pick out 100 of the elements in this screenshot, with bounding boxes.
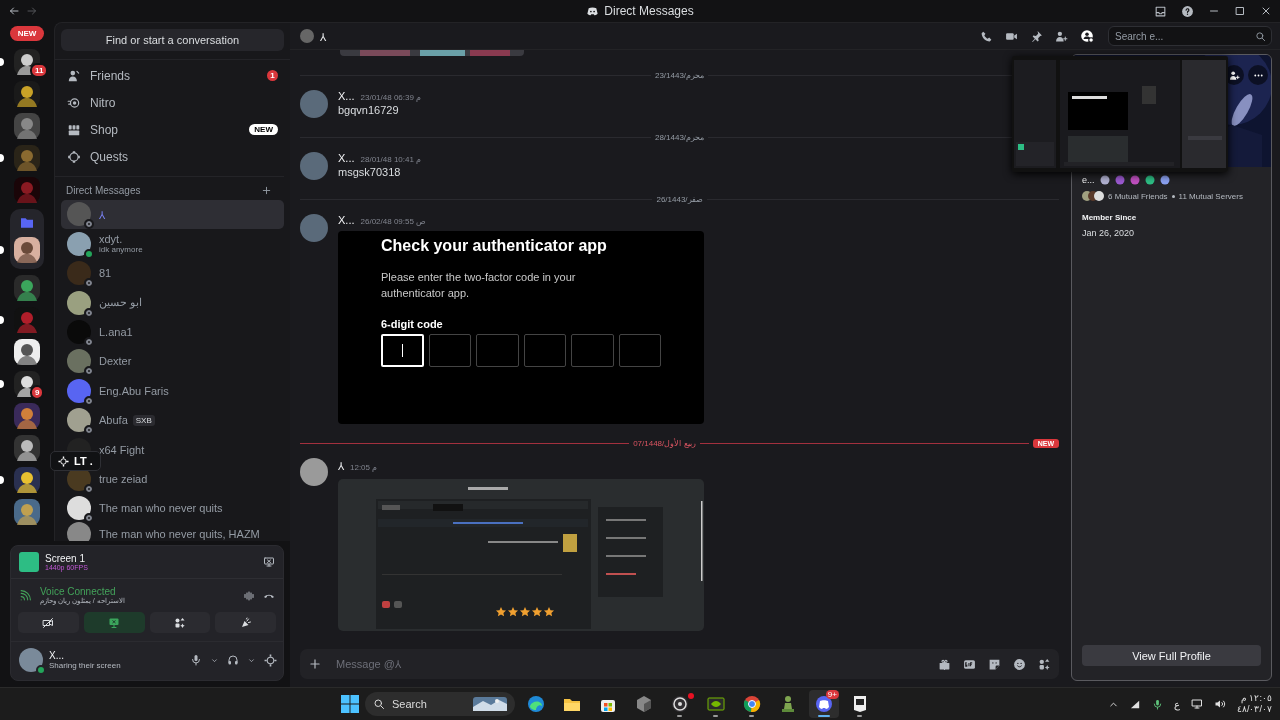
clock-date[interactable]: ٤٨/٠٣/٠٧ xyxy=(1237,704,1272,715)
search-field[interactable]: Search e... xyxy=(1108,26,1272,46)
discord-logo-icon xyxy=(586,4,600,18)
gif-icon[interactable] xyxy=(963,657,976,671)
chrome-icon xyxy=(743,695,761,713)
view-profile-button[interactable]: View Full Profile xyxy=(1082,645,1261,666)
username[interactable]: The man who never quits xyxy=(99,502,223,515)
profile-badge-icon[interactable] xyxy=(1129,175,1140,185)
record-icon xyxy=(671,695,689,713)
avatar xyxy=(67,378,91,403)
stream-title: Screen 1 xyxy=(45,553,87,564)
username[interactable]: true zeiad xyxy=(99,472,148,485)
add-friend-icon[interactable] xyxy=(1055,29,1068,43)
microphone-icon[interactable] xyxy=(1152,698,1163,710)
screenshot-attachment[interactable] xyxy=(338,479,704,631)
voice-control-button[interactable] xyxy=(149,612,211,633)
separator-dot-icon xyxy=(1171,194,1175,198)
username[interactable]: 81 xyxy=(99,267,112,280)
code-digit-field[interactable] xyxy=(428,334,471,367)
more-button[interactable] xyxy=(1248,65,1268,85)
mention-badge: 11 xyxy=(30,63,49,78)
windows-start-icon[interactable] xyxy=(341,695,359,713)
taskbar-search[interactable]: Search xyxy=(365,692,515,716)
code-digit-field[interactable] xyxy=(618,334,661,367)
server-icon[interactable] xyxy=(14,467,40,493)
back-arrow-icon[interactable] xyxy=(8,5,20,17)
code-digit-field[interactable] xyxy=(523,334,566,367)
voice-control-button[interactable] xyxy=(18,612,79,633)
mutual-servers-link[interactable]: 11 Mutual Servers xyxy=(1178,191,1243,201)
username[interactable]: Dexter xyxy=(99,355,132,368)
server-icon[interactable] xyxy=(14,371,40,397)
gift-icon[interactable] xyxy=(938,657,951,671)
code-digit-field[interactable] xyxy=(571,334,614,367)
stop-stream-button[interactable] xyxy=(263,556,275,568)
message-field[interactable]: Message @⅄ xyxy=(300,649,1059,679)
find-conversation-button[interactable]: Find or start a conversation xyxy=(61,29,284,51)
star-icon xyxy=(520,607,530,617)
nav-item[interactable]: Nitro xyxy=(61,90,284,115)
volume-icon[interactable] xyxy=(1214,698,1226,710)
server-icon[interactable] xyxy=(14,403,40,429)
emoji-icon[interactable] xyxy=(1013,657,1026,671)
profile-badge-icon[interactable] xyxy=(1159,175,1170,185)
input-language[interactable]: ع xyxy=(1174,698,1180,710)
folder-icon xyxy=(19,215,35,231)
username[interactable]: The man who never quits, HAZM xyxy=(99,528,260,541)
soundboard-icon xyxy=(239,616,252,629)
username[interactable]: xdyt. xyxy=(99,233,123,246)
profile-badge-icon[interactable] xyxy=(1144,175,1155,185)
voice-control-button[interactable] xyxy=(83,612,145,633)
server-icon[interactable] xyxy=(14,81,40,107)
apps-icon[interactable] xyxy=(1038,657,1051,671)
game-store-icon xyxy=(851,695,869,713)
profile-badge-icon[interactable] xyxy=(1114,175,1125,185)
dm-item[interactable]: ⅄ xyxy=(61,199,284,230)
add-dm-icon[interactable] xyxy=(261,184,272,196)
server-icon[interactable] xyxy=(14,275,40,301)
noise-button[interactable] xyxy=(243,589,255,602)
phone-icon[interactable] xyxy=(980,29,993,43)
username[interactable]: L.ana1 xyxy=(99,326,133,338)
clock-time[interactable]: ١٢:٠٥ م xyxy=(1240,693,1272,704)
user-profile-icon[interactable] xyxy=(1080,29,1094,43)
headset-icon[interactable] xyxy=(227,654,239,666)
avatar xyxy=(300,29,314,43)
nav-item[interactable]: Quests xyxy=(61,144,284,169)
username[interactable]: x64 Fight xyxy=(99,443,145,456)
profile-badge-icon[interactable] xyxy=(1099,175,1110,185)
monitor-icon[interactable] xyxy=(1191,698,1203,710)
help-icon[interactable] xyxy=(1181,4,1194,18)
date-divider: 23/1443/محرم xyxy=(654,70,705,80)
stream-thumbnail xyxy=(19,552,39,572)
server-icon[interactable] xyxy=(14,237,40,263)
microphone-icon[interactable] xyxy=(190,654,202,666)
code-digit-field[interactable] xyxy=(476,334,519,367)
username[interactable]: Eng.Abu Faris xyxy=(99,384,169,397)
username[interactable]: Abufa xyxy=(99,414,128,427)
timestamp: 12:05 م xyxy=(350,463,378,472)
taskbar-app[interactable]: 9+ xyxy=(809,690,839,718)
server-icon[interactable] xyxy=(14,499,40,525)
avatar xyxy=(67,290,91,315)
nav-item[interactable]: Shop NEW xyxy=(61,117,284,142)
pin-icon[interactable] xyxy=(1030,29,1043,43)
message-input[interactable]: Message @⅄ xyxy=(334,657,926,671)
maximize-icon[interactable] xyxy=(1234,5,1246,17)
sticker-icon[interactable] xyxy=(988,657,1001,671)
new-tag: NEW xyxy=(249,124,278,136)
screen-icon xyxy=(263,556,275,568)
attach-plus-icon[interactable] xyxy=(308,657,322,671)
server-icon[interactable] xyxy=(14,339,40,365)
server-icon[interactable] xyxy=(14,435,40,461)
mutual-friends-link[interactable]: 6 Mutual Friends xyxy=(1108,191,1168,201)
new-badge: NEW xyxy=(9,26,45,41)
inbox-icon[interactable] xyxy=(1154,4,1167,18)
settings-icon[interactable] xyxy=(264,653,277,667)
author-name: X... xyxy=(338,90,355,102)
network-icon[interactable] xyxy=(1130,698,1141,710)
discord-icon xyxy=(815,695,833,713)
close-icon[interactable] xyxy=(1260,5,1272,17)
username[interactable]: ابو حسين xyxy=(99,296,143,310)
display-name: e... xyxy=(1082,175,1095,185)
nav-item[interactable]: Friends 1 xyxy=(61,63,284,88)
